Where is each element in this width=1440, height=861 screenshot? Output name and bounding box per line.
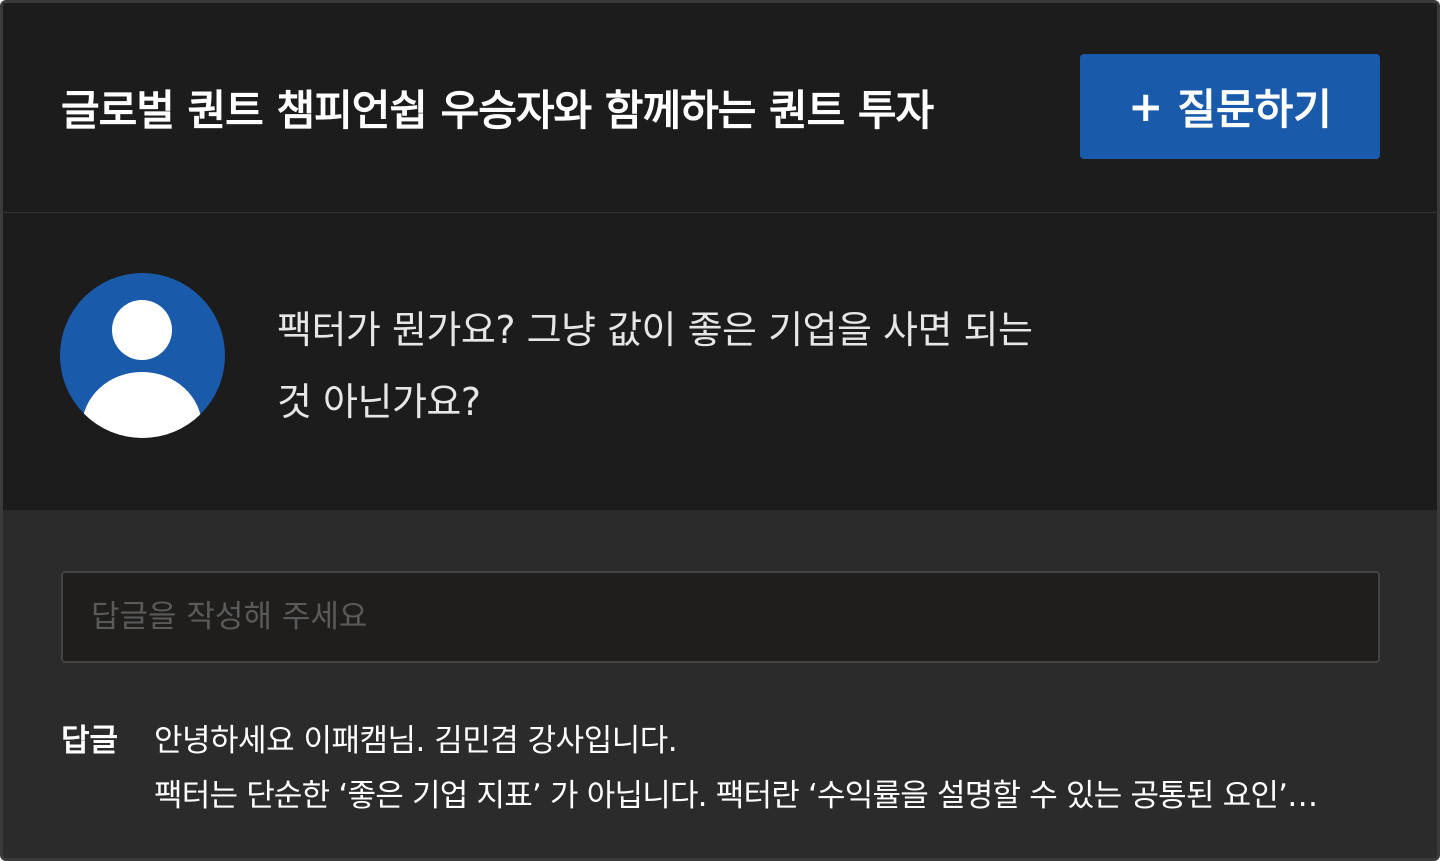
avatar-head xyxy=(112,300,172,360)
answer-section: 답글 안녕하세요 이패캠님. 김민겸 강사입니다. 팩터는 단순한 ‘좋은 기업… xyxy=(3,510,1437,858)
qa-header: 글로벌 퀀트 챔피언쉽 우승자와 함께하는 퀀트 투자 + 질문하기 xyxy=(3,3,1437,213)
user-avatar-icon xyxy=(60,273,225,438)
answer-text-line-1: 안녕하세요 이패캠님. 김민겸 강사입니다. xyxy=(154,723,678,759)
question-text: 팩터가 뭔가요? 그냥 값이 좋은 기업을 사면 되는 것 아닌가요? xyxy=(277,308,1033,424)
question-section: 팩터가 뭔가요? 그냥 값이 좋은 기업을 사면 되는 것 아닌가요? xyxy=(3,214,1437,510)
ask-question-button[interactable]: + 질문하기 xyxy=(1080,54,1380,159)
reply-input[interactable] xyxy=(61,571,1380,663)
answer-label: 답글 xyxy=(61,723,119,759)
ask-question-label: 질문하기 xyxy=(1177,85,1332,134)
course-title: 글로벌 퀀트 챔피언쉽 우승자와 함께하는 퀀트 투자 xyxy=(61,86,934,135)
avatar-body xyxy=(82,372,202,438)
qa-card: 글로벌 퀀트 챔피언쉽 우승자와 함께하는 퀀트 투자 + 질문하기 팩터가 뭔… xyxy=(0,0,1440,861)
plus-icon: + xyxy=(1128,82,1164,131)
answer-text-line-2[interactable]: 팩터는 단순한 ‘좋은 기업 지표’ 가 아닙니다. 팩터란 ‘수익률을 설명할… xyxy=(154,770,1426,815)
